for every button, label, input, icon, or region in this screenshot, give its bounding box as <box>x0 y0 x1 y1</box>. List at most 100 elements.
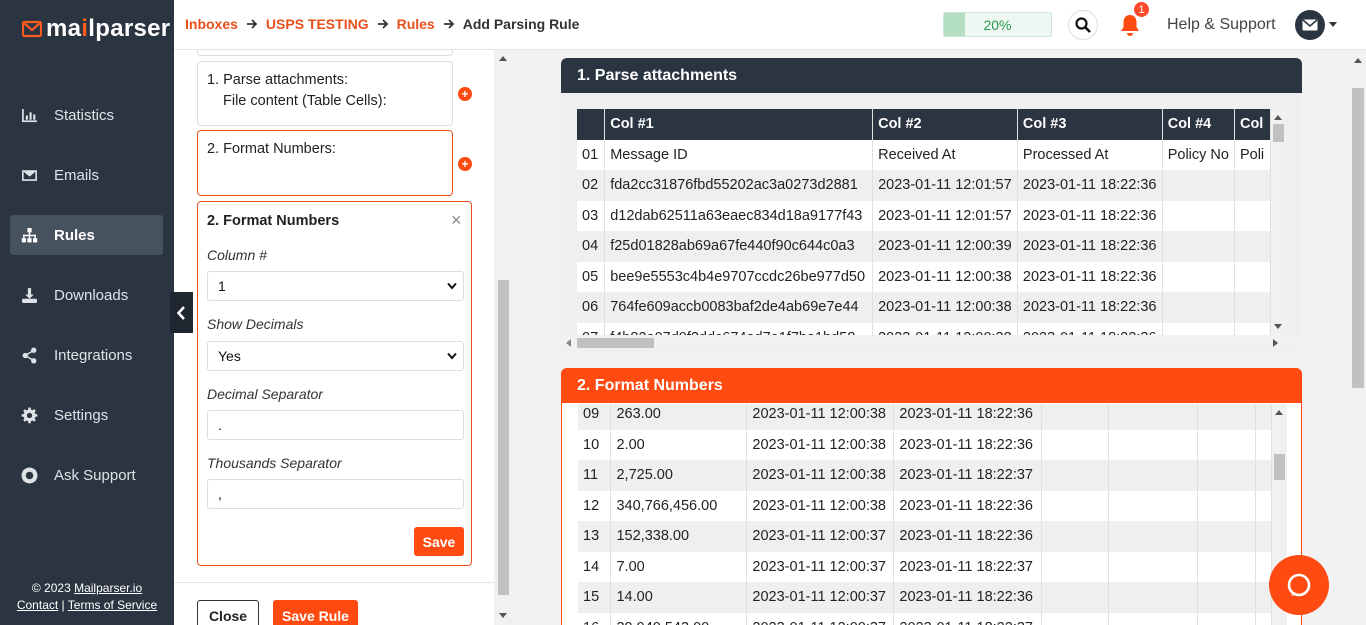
table-row: 06 764fe609accb0083baf2de4ab69e7e44 2023-0… <box>577 292 1271 323</box>
table-cell-empty <box>1255 612 1272 625</box>
chevron-left-icon <box>176 305 185 320</box>
table-cell: 2023-01-11 12:00:37 <box>746 551 895 582</box>
page-scrollbar[interactable] <box>1350 50 1366 625</box>
table-cell-empty <box>1108 460 1199 491</box>
table-row: 13 152,338.00 2023-01-11 12:00:37 2023-01-1… <box>578 521 1272 552</box>
scrollbar-thumb[interactable] <box>1273 124 1284 142</box>
table-cell <box>1162 322 1235 335</box>
breadcrumb-inboxes[interactable]: Inboxes <box>185 16 238 32</box>
help-support-link[interactable]: Help & Support <box>1167 16 1276 34</box>
column-select[interactable]: 1 <box>207 271 464 301</box>
table-row: 01 Message ID Received At Processed At Polic… <box>577 139 1271 170</box>
table-cell: 2023-01-11 18:22:37 <box>893 460 1043 491</box>
save-button[interactable]: Save <box>414 527 464 556</box>
chevron-down-icon[interactable] <box>1329 22 1337 27</box>
sidebar-item-label: Settings <box>54 406 109 424</box>
sidebar-item-statistics[interactable]: Statistics <box>10 95 163 135</box>
card-title: 1. Parse attachments <box>561 58 1302 93</box>
scrollbar-thumb[interactable] <box>1274 454 1285 480</box>
close-icon[interactable]: × <box>451 210 462 231</box>
column-select-value: 1 <box>218 278 226 294</box>
company-link[interactable]: Mailparser.io <box>74 581 142 595</box>
save-rule-button[interactable]: Save Rule <box>273 600 358 625</box>
table-cell: 2023-01-11 12:01:57 <box>872 200 1018 231</box>
envelope-icon <box>1302 19 1318 31</box>
sidebar-item-integrations[interactable]: Integrations <box>10 335 163 375</box>
table-cell: 10 <box>578 429 612 460</box>
add-step-button[interactable]: + <box>458 157 472 171</box>
breadcrumb-inbox-name[interactable]: USPS TESTING <box>266 16 369 32</box>
scroll-up-arrow[interactable] <box>1274 115 1282 120</box>
sidebar-item-emails[interactable]: Emails <box>10 155 163 195</box>
table-cell-empty <box>1197 551 1256 582</box>
scroll-up-arrow[interactable] <box>1275 410 1283 415</box>
scroll-down-arrow[interactable] <box>499 613 507 618</box>
close-button[interactable]: Close <box>197 600 259 625</box>
parse-attachments-table: Col #1 Col #2 Col #3 Col #4 Col 01 Message ID… <box>577 109 1271 335</box>
table-row: 07f4b82a07d0f2ddc674ad7e1f7ba1bd582023-0… <box>577 322 1271 335</box>
table-cell: 07 <box>577 322 606 335</box>
contact-link[interactable]: Contact <box>17 598 58 612</box>
table-cell: 2023-01-11 12:00:37 <box>746 582 895 613</box>
avatar[interactable] <box>1295 10 1325 40</box>
table-header-cell <box>577 109 606 140</box>
terms-link[interactable]: Terms of Service <box>68 598 157 612</box>
panel-scrollbar[interactable] <box>494 50 512 625</box>
sidebar-item-ask-support[interactable]: Ask Support <box>10 455 163 495</box>
top-bar: Inboxes USPS TESTING Rules Add Parsing R… <box>174 0 1366 50</box>
table-cell <box>1162 231 1235 262</box>
column-label: Column # <box>207 247 267 263</box>
table-cell: 2023-01-11 12:00:38 <box>746 404 895 430</box>
scroll-up-arrow[interactable] <box>499 56 507 61</box>
table-cell: 152,338.00 <box>610 521 748 552</box>
table-cell: 340,766,456.00 <box>610 490 748 521</box>
step-parse-attachments[interactable]: 1. Parse attachments: File content (Tabl… <box>197 61 453 126</box>
sidebar-collapse-button[interactable] <box>170 292 193 333</box>
decimal-separator-input[interactable]: . <box>207 410 464 440</box>
scroll-left-arrow[interactable] <box>566 339 571 347</box>
scrollbar-thumb[interactable] <box>1352 88 1364 388</box>
table-cell-empty <box>1041 429 1110 460</box>
table-cell-empty <box>1041 460 1110 491</box>
chat-icon <box>1287 573 1311 597</box>
table-cell <box>1234 292 1271 323</box>
table-row: 05 bee9e5553c4b4e9707ccdc26be977d50 2023-0… <box>577 261 1271 292</box>
scroll-up-arrow[interactable] <box>1354 58 1362 63</box>
share-icon <box>22 347 37 363</box>
format-numbers-table: 09 263.00 2023-01-11 12:00:38 2023-01-11 18… <box>578 404 1272 625</box>
table-cell-empty <box>1041 521 1110 552</box>
breadcrumb: Inboxes USPS TESTING Rules Add Parsing R… <box>185 16 579 32</box>
table-cell <box>1234 231 1271 262</box>
table-cell-empty <box>1108 429 1199 460</box>
table-cell: 2023-01-11 18:22:36 <box>1017 170 1163 201</box>
table-cell: fda2cc31876fbd55202ac3a0273d2881 <box>604 170 874 201</box>
sidebar-item-downloads[interactable]: Downloads <box>10 275 163 315</box>
search-button[interactable] <box>1068 10 1098 40</box>
table-cell: 7.00 <box>610 551 748 582</box>
table-horizontal-scrollbar[interactable] <box>561 335 1302 350</box>
table-header-cell: Col <box>1234 109 1271 140</box>
scroll-down-arrow[interactable] <box>1274 324 1282 329</box>
table-cell: f4b82a07d0f2ddc674ad7e1f7ba1bd58 <box>604 322 874 335</box>
scroll-right-arrow[interactable] <box>1273 339 1278 347</box>
table-cell: 39,940,543.00 <box>610 612 748 625</box>
setup-progress-bar[interactable]: 20% <box>943 12 1052 37</box>
add-step-button[interactable]: + <box>458 87 472 101</box>
table-vertical-scrollbar[interactable] <box>1271 109 1286 335</box>
thousands-separator-input[interactable]: , <box>207 479 464 509</box>
brand-logo[interactable]: mailparser <box>22 15 170 43</box>
table-cell: 14 <box>578 551 612 582</box>
step-format-numbers[interactable]: 2. Format Numbers: <box>197 130 453 196</box>
table-cell: 14.00 <box>610 582 748 613</box>
sidebar-item-settings[interactable]: Settings <box>10 395 163 435</box>
scrollbar-thumb[interactable] <box>498 280 509 595</box>
sidebar-item-rules[interactable]: Rules <box>10 215 163 255</box>
download-icon <box>22 287 37 303</box>
table-cell-empty <box>1108 612 1199 625</box>
scrollbar-thumb[interactable] <box>577 338 654 348</box>
table-cell: 2023-01-11 18:22:37 <box>893 612 1043 625</box>
chat-support-button[interactable] <box>1269 555 1329 615</box>
breadcrumb-rules[interactable]: Rules <box>397 16 435 32</box>
show-decimals-select[interactable]: Yes <box>207 341 464 371</box>
table-cell: 2023-01-11 12:00:37 <box>746 612 895 625</box>
